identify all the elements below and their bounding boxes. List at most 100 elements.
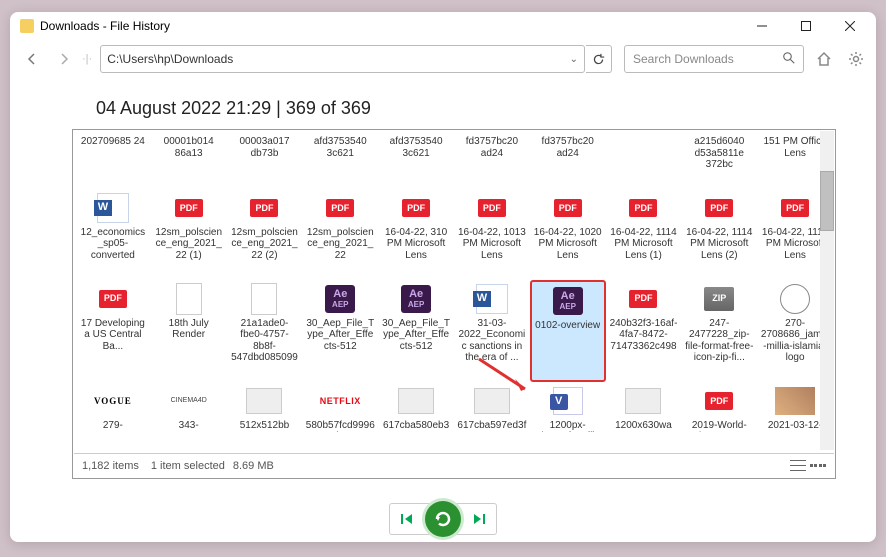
- file-item[interactable]: PDF16-04-22, 310 PM Microsoft Lens: [378, 189, 454, 280]
- file-item[interactable]: 31-03-2022_Economic sanctions in the era…: [454, 280, 530, 382]
- file-grid-wrap: 202709685 2400001b014 86a1300003a017 db7…: [72, 129, 836, 479]
- file-thumb: [471, 282, 513, 316]
- file-item[interactable]: 202709685 24: [75, 132, 151, 189]
- close-button[interactable]: [828, 12, 872, 40]
- file-thumb: NETFLIX: [319, 384, 361, 418]
- file-item[interactable]: [606, 132, 682, 189]
- file-grid: 202709685 2400001b014 86a1300003a017 db7…: [73, 130, 835, 452]
- file-label: a215d6040 d53a5811e 372bc: [684, 136, 754, 171]
- file-item[interactable]: NETFLIX 580b57fcd9996e24bc4...: [302, 382, 378, 450]
- file-item[interactable]: PDF17 Developing a US Central Ba...: [75, 280, 151, 382]
- pdf-icon: PDF: [554, 199, 582, 217]
- settings-button[interactable]: [844, 47, 868, 71]
- separator: ·|·: [82, 53, 92, 65]
- search-placeholder: Search Downloads: [633, 52, 734, 66]
- file-item[interactable]: AeAEP30_Aep_File_Type_After_Effects-512: [378, 280, 454, 382]
- restore-button[interactable]: [425, 501, 461, 537]
- window-controls: [740, 12, 872, 40]
- file-item[interactable]: afd3753540 3c621: [378, 132, 454, 189]
- view-grid-icon[interactable]: [810, 459, 826, 473]
- search-box[interactable]: Search Downloads: [624, 45, 804, 73]
- file-thumb: [168, 282, 210, 316]
- file-thumb: [547, 384, 589, 418]
- file-item[interactable]: fd3757bc20 ad24: [454, 132, 530, 189]
- file-item[interactable]: PDF16-04-22, 1020 PM Microsoft Lens: [530, 189, 606, 280]
- titlebar: Downloads - File History: [10, 12, 876, 40]
- photo-icon: [775, 387, 815, 415]
- pdf-icon: PDF: [705, 392, 733, 410]
- cinema4d-logo-icon: CINEMA4D: [169, 394, 209, 408]
- next-version-button[interactable]: [462, 504, 496, 534]
- file-thumb: AeAEP: [395, 282, 437, 316]
- file-label: 0102-overview: [535, 320, 600, 332]
- file-thumb: PDF: [622, 282, 664, 316]
- page-title: 04 August 2022 21:29 | 369 of 369: [96, 98, 836, 119]
- file-thumb: PDF: [698, 191, 740, 225]
- home-button[interactable]: [812, 47, 836, 71]
- pdf-icon: PDF: [478, 199, 506, 217]
- pdf-icon: PDF: [781, 199, 809, 217]
- scrollbar-thumb[interactable]: [820, 171, 834, 231]
- file-thumb: PDF: [92, 282, 134, 316]
- file-item[interactable]: PDF240b32f3-16af-4fa7-8472-71473362c498: [606, 280, 682, 382]
- file-item[interactable]: ZIP247-2477228_zip-file-format-free-icon…: [681, 280, 757, 382]
- image-icon: [625, 388, 661, 414]
- image-icon: [474, 388, 510, 414]
- file-item[interactable]: PDF12sm_polscience_eng_2021_22 (1): [151, 189, 227, 280]
- file-item[interactable]: 1200x630wa: [606, 382, 682, 450]
- file-item[interactable]: PDF16-04-22, 1114 PM Microsoft Lens (2): [681, 189, 757, 280]
- pdf-icon: PDF: [175, 199, 203, 217]
- word-icon: [97, 193, 129, 223]
- file-item[interactable]: AeAEP30_Aep_File_Type_After_Effects-512: [302, 280, 378, 382]
- file-item[interactable]: AeAEP 0102-overview: [530, 280, 606, 382]
- maximize-button[interactable]: [784, 12, 828, 40]
- path-text: C:\Users\hp\Downloads: [107, 52, 233, 66]
- file-thumb: [243, 384, 285, 418]
- file-item[interactable]: PDF16-04-22, 1013 PM Microsoft Lens: [454, 189, 530, 280]
- file-label: 580b57fcd9996e24bc4...: [305, 420, 375, 432]
- document-icon: [251, 283, 277, 315]
- file-item[interactable]: PDF12sm_polscience_eng_2021_22 (2): [227, 189, 303, 280]
- file-label: afd3753540 3c621: [381, 136, 451, 159]
- file-label: fd3757bc20 ad24: [533, 136, 603, 159]
- file-item[interactable]: 512x512bb: [227, 382, 303, 450]
- forward-button[interactable]: [50, 45, 78, 73]
- file-item[interactable]: fd3757bc20 ad24: [530, 132, 606, 189]
- document-icon: [176, 283, 202, 315]
- aep-icon: AeAEP: [325, 285, 355, 313]
- file-item[interactable]: CINEMA4D343-3438417_maxon-ci...: [151, 382, 227, 450]
- back-button[interactable]: [18, 45, 46, 73]
- minimize-button[interactable]: [740, 12, 784, 40]
- file-item[interactable]: 12_economics_sp05-converted: [75, 189, 151, 280]
- file-item[interactable]: 00003a017 db73b: [227, 132, 303, 189]
- file-item[interactable]: afd3753540 3c621: [302, 132, 378, 189]
- file-label: 12_economics_sp05-converted: [78, 227, 148, 262]
- file-item[interactable]: 00001b014 86a13: [151, 132, 227, 189]
- file-label: 617cba597ed3f1c4ee7...: [457, 420, 527, 432]
- refresh-button[interactable]: [586, 45, 612, 73]
- file-item[interactable]: 617cba597ed3f1c4ee7...: [454, 382, 530, 450]
- file-item[interactable]: 21a1ade0-fbe0-4757-8b8f-547dbd085099: [227, 280, 303, 382]
- view-list-icon[interactable]: [790, 459, 806, 473]
- footer-controls: [10, 496, 876, 542]
- file-item[interactable]: 1200px-Microsoft_Offic...: [530, 382, 606, 450]
- previous-version-button[interactable]: [390, 504, 424, 534]
- file-thumb: VOGUE: [92, 384, 134, 418]
- file-thumb: PDF: [319, 191, 361, 225]
- file-item[interactable]: 18th July Render: [151, 280, 227, 382]
- pdf-icon: PDF: [629, 199, 657, 217]
- pdf-icon: PDF: [99, 290, 127, 308]
- file-item[interactable]: PDF16-04-22, 1114 PM Microsoft Lens (1): [606, 189, 682, 280]
- chevron-down-icon[interactable]: ⌄: [570, 54, 578, 65]
- content-area: 04 August 2022 21:29 | 369 of 369 202709…: [10, 78, 876, 496]
- file-thumb: AeAEP: [547, 284, 589, 318]
- file-item[interactable]: a215d6040 d53a5811e 372bc: [681, 132, 757, 189]
- file-item[interactable]: 617cba580eb378227e...: [378, 382, 454, 450]
- file-label: 279-2795444_vogue-lo...: [78, 420, 148, 432]
- file-item[interactable]: VOGUE 279-2795444_vogue-lo...: [75, 382, 151, 450]
- scrollbar[interactable]: [820, 131, 834, 450]
- file-item[interactable]: PDF2019-World-Air-Report...: [681, 382, 757, 450]
- path-box[interactable]: C:\Users\hp\Downloads ⌄: [100, 45, 585, 73]
- file-item[interactable]: PDF12sm_polscience_eng_2021_22: [302, 189, 378, 280]
- image-icon: [246, 388, 282, 414]
